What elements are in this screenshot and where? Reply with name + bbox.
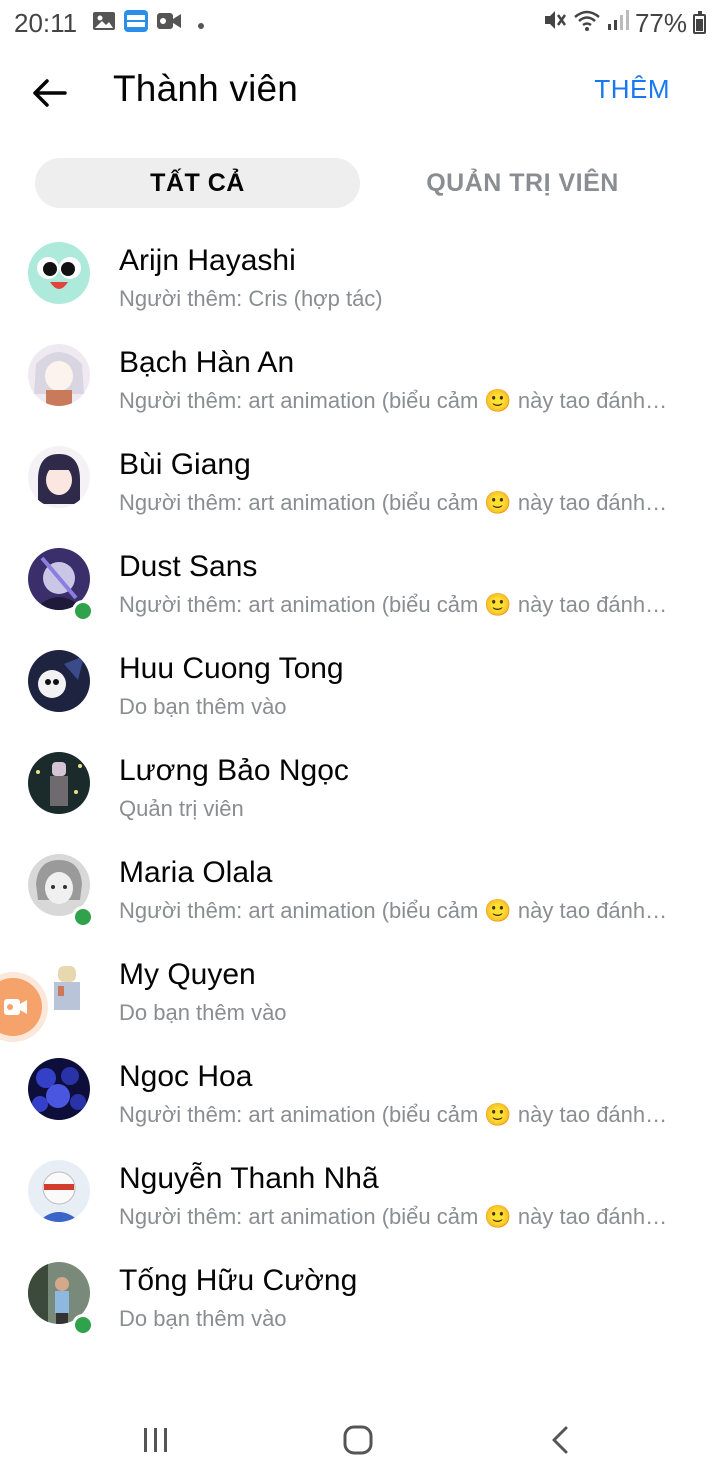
member-name: Lương Bảo Ngọc <box>119 754 349 787</box>
dot-icon <box>198 16 204 29</box>
back-button[interactable] <box>24 68 74 118</box>
member-name: My Quyen <box>119 958 256 991</box>
member-subtitle: Do bạn thêm vào <box>119 694 287 719</box>
home-button[interactable] <box>328 1418 388 1462</box>
online-indicator <box>72 906 94 928</box>
avatar <box>28 446 90 508</box>
list-item[interactable]: Nguyễn Thanh Nhã Người thêm: art animati… <box>0 1140 720 1242</box>
avatar <box>28 650 90 712</box>
member-name: Ngoc Hoa <box>119 1060 253 1093</box>
tab-admins[interactable]: QUẢN TRỊ VIÊN <box>360 158 685 208</box>
avatar <box>28 752 90 814</box>
list-item[interactable]: Ngoc Hoa Người thêm: art animation (biểu… <box>0 1038 720 1140</box>
member-name: Arijn Hayashi <box>119 244 296 277</box>
member-subtitle: Người thêm: Cris (hợp tác) <box>119 286 383 311</box>
avatar <box>28 344 90 406</box>
member-name: Maria Olala <box>119 856 273 889</box>
wifi-icon <box>573 8 601 39</box>
battery-level: 77% <box>634 8 687 38</box>
member-subtitle: Do bạn thêm vào <box>119 1306 287 1331</box>
list-item[interactable]: Tống Hữu Cường Do bạn thêm vào <box>0 1242 720 1344</box>
online-indicator <box>72 600 94 622</box>
signal-icon <box>607 8 629 39</box>
recent-apps-button[interactable] <box>126 1418 186 1462</box>
member-subtitle: Người thêm: art animation (biểu cảm 🙂 nà… <box>119 388 668 413</box>
back-nav-icon <box>552 1426 568 1454</box>
header: Thành viên THÊM <box>0 44 720 140</box>
avatar <box>28 242 90 304</box>
member-subtitle: Người thêm: art animation (biểu cảm 🙂 nà… <box>119 1204 668 1229</box>
member-name: Bạch Hàn An <box>119 346 295 379</box>
list-item[interactable]: Huu Cuong Tong Do bạn thêm vào <box>0 630 720 732</box>
avatar <box>28 1160 90 1222</box>
page-title: Thành viên <box>113 68 299 109</box>
home-icon <box>343 1425 373 1455</box>
member-subtitle: Người thêm: art animation (biểu cảm 🙂 nà… <box>119 1102 668 1127</box>
list-item[interactable]: Bạch Hàn An Người thêm: art animation (b… <box>0 324 720 426</box>
noveltoon-app-icon <box>124 10 148 32</box>
arrow-left-icon <box>33 79 67 107</box>
mute-icon <box>543 8 567 39</box>
tab-all[interactable]: TẤT CẢ <box>35 158 360 208</box>
member-subtitle: Do bạn thêm vào <box>119 1000 287 1025</box>
battery-icon <box>693 10 706 34</box>
list-item[interactable]: Arijn Hayashi Người thêm: Cris (hợp tác) <box>0 222 720 324</box>
avatar <box>28 1058 90 1120</box>
member-subtitle: Người thêm: art animation (biểu cảm 🙂 nà… <box>119 490 668 515</box>
add-member-button[interactable]: THÊM <box>594 74 670 105</box>
status-right-group: 77% <box>543 8 706 39</box>
member-name: Nguyễn Thanh Nhã <box>119 1162 379 1195</box>
member-subtitle: Người thêm: art animation (biểu cảm 🙂 nà… <box>119 898 668 923</box>
list-item[interactable]: My Quyen Do bạn thêm vào <box>0 936 720 1038</box>
member-name: Bùi Giang <box>119 448 251 481</box>
member-subtitle: Quản trị viên <box>119 796 244 821</box>
member-name: Huu Cuong Tong <box>119 652 344 685</box>
member-name: Dust Sans <box>119 550 258 583</box>
member-name: Tống Hữu Cường <box>119 1264 358 1297</box>
online-indicator <box>72 1314 94 1336</box>
back-nav-button[interactable] <box>530 1418 590 1462</box>
list-item[interactable]: Lương Bảo Ngọc Quản trị viên <box>0 732 720 834</box>
system-nav-bar <box>0 1400 720 1480</box>
list-item[interactable]: Maria Olala Người thêm: art animation (b… <box>0 834 720 936</box>
recent-apps-icon <box>144 1428 167 1452</box>
member-tabs: TẤT CẢ QUẢN TRỊ VIÊN <box>35 158 685 208</box>
gallery-icon <box>92 10 116 32</box>
video-camera-icon <box>4 999 27 1015</box>
member-subtitle: Người thêm: art animation (biểu cảm 🙂 nà… <box>119 592 668 617</box>
list-item[interactable]: Dust Sans Người thêm: art animation (biể… <box>0 528 720 630</box>
video-record-icon <box>156 10 181 32</box>
status-bar: 20:11 77% <box>0 0 720 44</box>
status-time: 20:11 <box>14 8 78 38</box>
list-item[interactable]: Bùi Giang Người thêm: art animation (biể… <box>0 426 720 528</box>
